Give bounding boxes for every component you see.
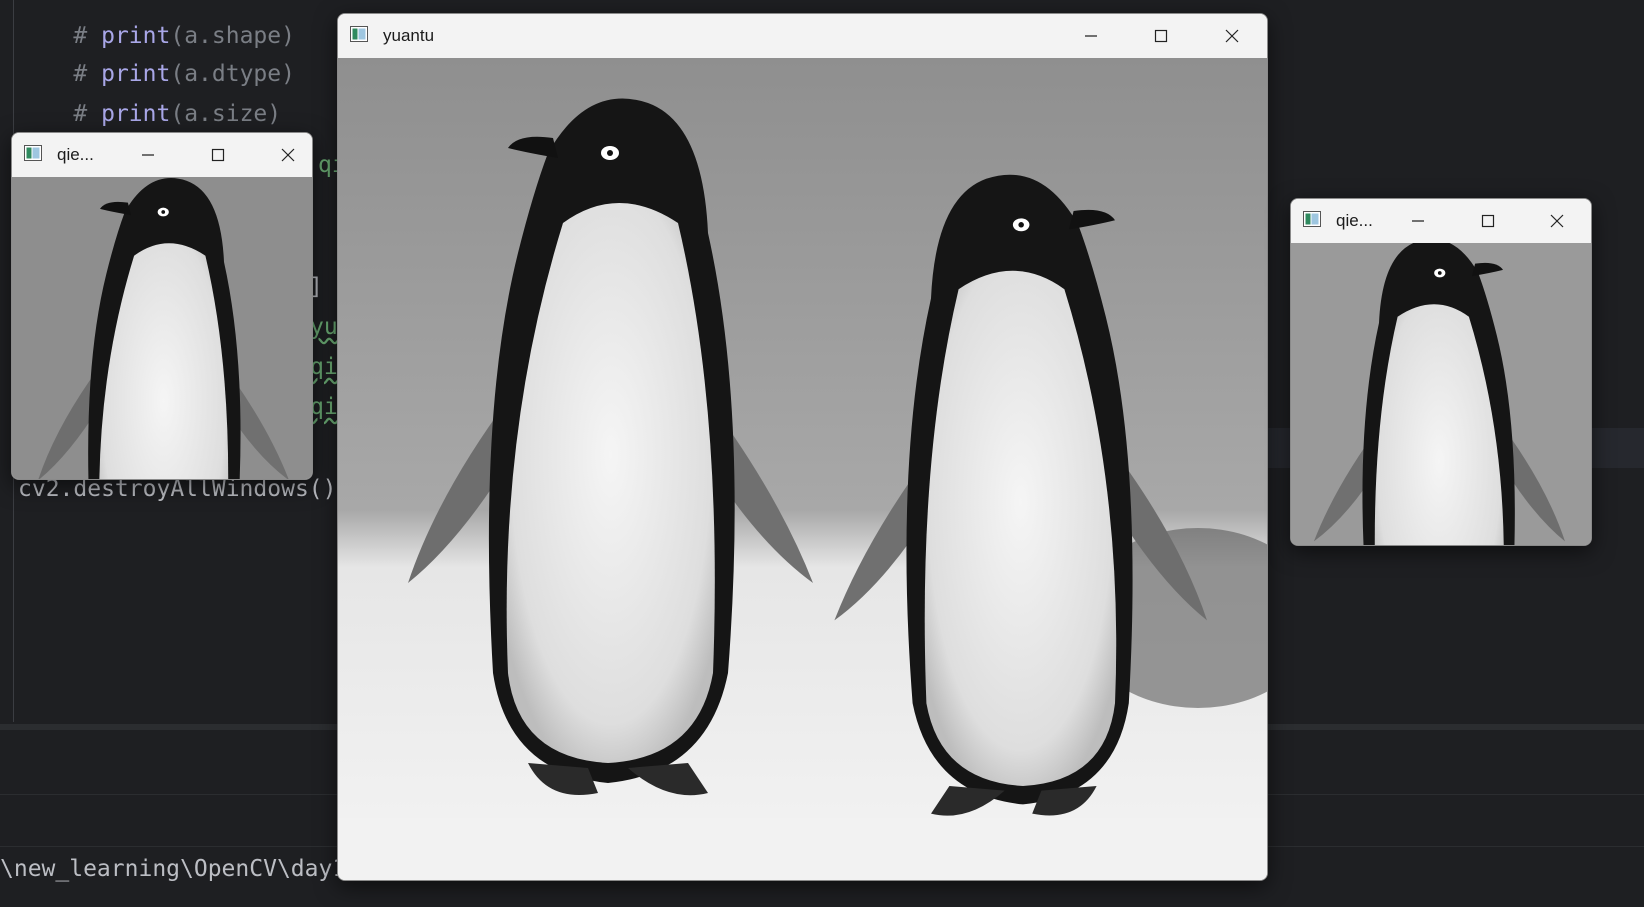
close-button[interactable]: [1534, 199, 1580, 243]
maximize-button[interactable]: [195, 133, 241, 177]
minimize-button[interactable]: [1395, 199, 1441, 243]
minimize-icon: [1412, 220, 1424, 222]
maximize-icon: [1154, 29, 1168, 43]
close-icon: [1550, 214, 1564, 228]
function-name: print: [101, 101, 171, 127]
close-icon: [281, 148, 295, 162]
image-canvas: [338, 58, 1267, 880]
maximize-icon: [1481, 214, 1495, 228]
close-button[interactable]: [265, 133, 311, 177]
image-canvas: [12, 177, 312, 479]
penguin-crop-image: [12, 177, 312, 479]
maximize-icon: [211, 148, 225, 162]
app-icon: [24, 145, 42, 161]
minimize-icon: [1085, 35, 1097, 37]
window-title: qie...: [1336, 211, 1373, 230]
cropped-image-window-right[interactable]: qie...: [1290, 198, 1592, 546]
window-title: qie...: [57, 145, 94, 164]
code-fragment: qi: [310, 394, 338, 420]
original-image-window[interactable]: yuantu: [337, 13, 1268, 881]
maximize-button[interactable]: [1138, 14, 1184, 58]
code-fragment: qi: [310, 354, 338, 380]
penguin-crop-image: [1291, 243, 1591, 545]
window-title: yuantu: [383, 26, 435, 45]
title-bar[interactable]: qie...: [12, 133, 312, 177]
terminal-path-line[interactable]: \new_learning\OpenCV\day1: [0, 854, 346, 884]
penguins-photo: [338, 58, 1267, 880]
maximize-button[interactable]: [1465, 199, 1511, 243]
app-icon: [1303, 211, 1321, 227]
code-fragment: yu: [310, 314, 338, 340]
close-icon: [1225, 29, 1239, 43]
function-args: (a.size): [170, 101, 282, 127]
title-bar[interactable]: qie...: [1291, 199, 1591, 243]
minimize-button[interactable]: [125, 133, 171, 177]
title-bar[interactable]: yuantu: [338, 14, 1267, 58]
close-button[interactable]: [1209, 14, 1255, 58]
comment-marker: #: [73, 101, 102, 127]
app-icon: [350, 26, 368, 42]
cropped-image-window-left[interactable]: qie...: [11, 132, 313, 480]
image-canvas: [1291, 243, 1591, 545]
minimize-icon: [142, 154, 154, 156]
minimize-button[interactable]: [1068, 14, 1114, 58]
